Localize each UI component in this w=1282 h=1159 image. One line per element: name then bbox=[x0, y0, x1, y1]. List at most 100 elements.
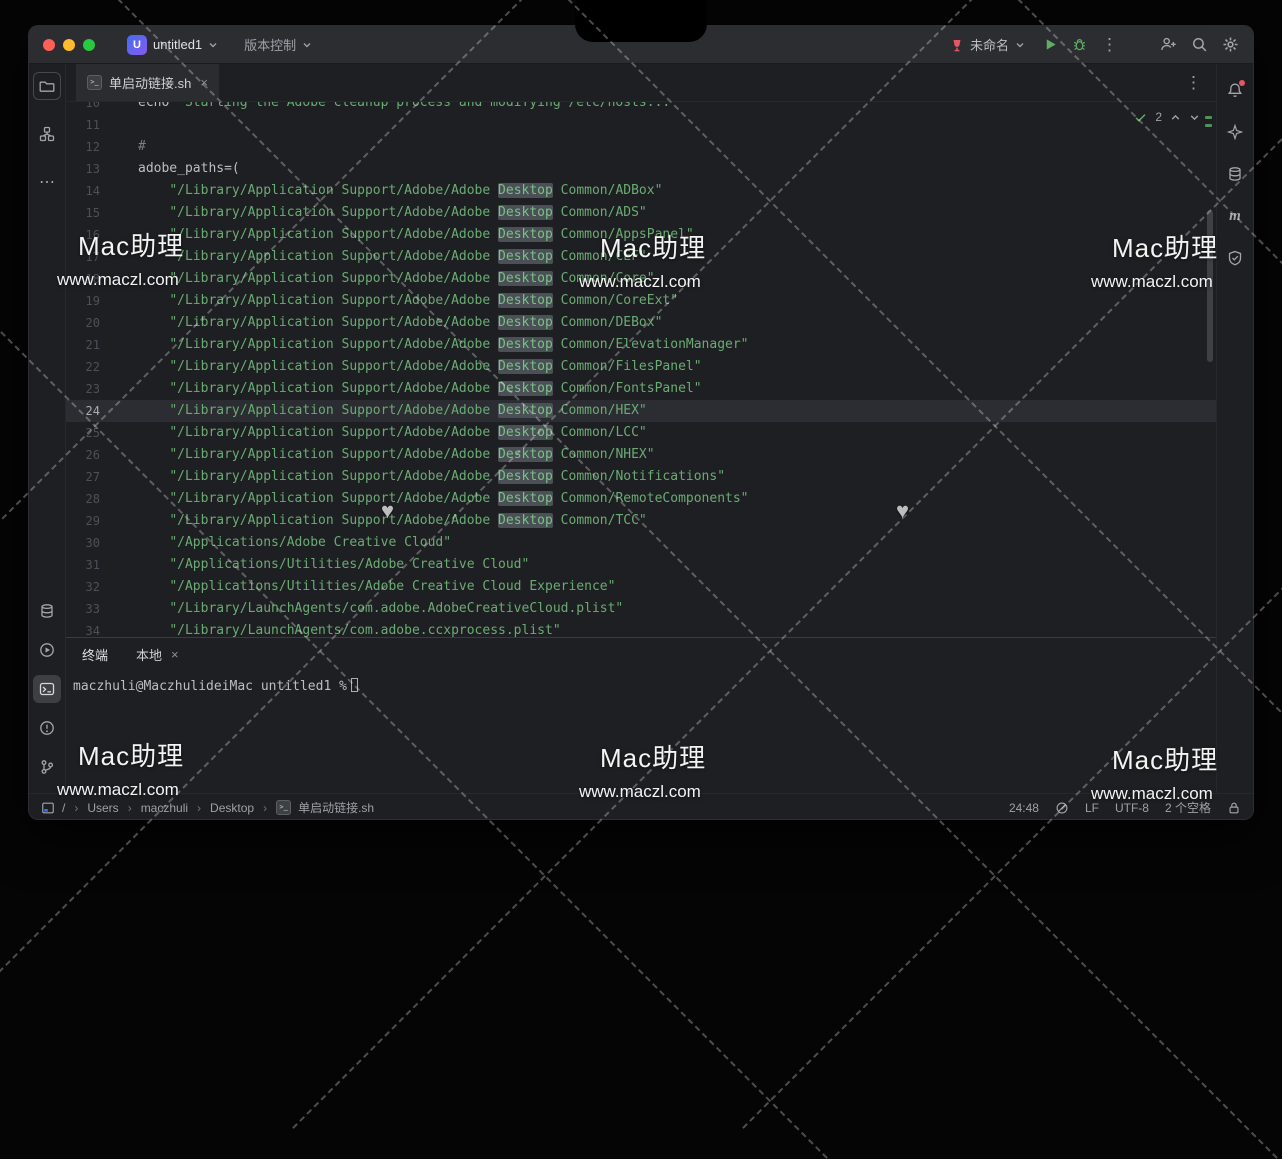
code-line[interactable]: 25 "/Library/Application Support/Adobe/A… bbox=[66, 422, 1216, 444]
run-tool-window-icon[interactable] bbox=[33, 636, 61, 664]
error-stripe-mark[interactable] bbox=[1205, 116, 1212, 119]
git-branch-icon[interactable] bbox=[33, 753, 61, 781]
zoom-window-button[interactable] bbox=[83, 39, 95, 51]
file-encoding[interactable]: UTF-8 bbox=[1115, 801, 1149, 815]
code-line[interactable]: 30 "/Applications/Adobe Creative Cloud" bbox=[66, 532, 1216, 554]
terminal-output[interactable]: maczhuli@MaczhulideiMac untitled1 % bbox=[66, 670, 1216, 704]
editor-column: >_ 单启动链接.sh × ⋮ 10echo "Starting the Ado… bbox=[66, 64, 1216, 793]
line-number: 16 bbox=[66, 224, 100, 246]
code-line[interactable]: 14 "/Library/Application Support/Adobe/A… bbox=[66, 180, 1216, 202]
breadcrumb-users[interactable]: Users bbox=[87, 801, 118, 815]
breadcrumb-desktop[interactable]: Desktop bbox=[210, 801, 254, 815]
code-line[interactable]: 31 "/Applications/Utilities/Adobe Creati… bbox=[66, 554, 1216, 576]
code-text: "/Library/Application Support/Adobe/Adob… bbox=[138, 510, 647, 532]
close-window-button[interactable] bbox=[43, 39, 55, 51]
file-tab[interactable]: >_ 单启动链接.sh × bbox=[76, 64, 219, 101]
code-line[interactable]: 26 "/Library/Application Support/Adobe/A… bbox=[66, 444, 1216, 466]
code-line[interactable]: 11 bbox=[66, 114, 1216, 136]
project-widget[interactable]: U untitled1 bbox=[123, 35, 222, 55]
project-folder-button[interactable] bbox=[33, 72, 61, 100]
next-occurrence-icon[interactable] bbox=[1189, 112, 1200, 123]
code-text: "/Library/Application Support/Adobe/Adob… bbox=[138, 378, 702, 400]
code-text: "/Library/Application Support/Adobe/Adob… bbox=[138, 422, 647, 444]
terminal-cursor bbox=[351, 678, 358, 692]
code-line[interactable]: 16 "/Library/Application Support/Adobe/A… bbox=[66, 224, 1216, 246]
line-number: 11 bbox=[66, 114, 100, 136]
right-toolbar: m bbox=[1216, 64, 1253, 793]
code-text: "/Library/Application Support/Adobe/Adob… bbox=[138, 444, 655, 466]
code-with-me-icon[interactable] bbox=[1160, 36, 1177, 53]
code-line[interactable]: 32 "/Applications/Utilities/Adobe Creati… bbox=[66, 576, 1216, 598]
inspections-widget[interactable]: 2 bbox=[1134, 110, 1200, 124]
chevron-right-icon bbox=[261, 801, 269, 815]
close-tab-icon[interactable]: × bbox=[200, 75, 208, 90]
problems-icon[interactable] bbox=[33, 714, 61, 742]
terminal-tab-local[interactable]: 本地 × bbox=[136, 645, 179, 664]
close-terminal-tab-icon[interactable]: × bbox=[171, 647, 179, 662]
line-number: 23 bbox=[66, 378, 100, 400]
code-text: echo "Starting the Adobe cleanup process… bbox=[138, 102, 678, 114]
breadcrumb-root[interactable]: / bbox=[62, 801, 65, 815]
code-line[interactable]: 33 "/Library/LaunchAgents/com.adobe.Adob… bbox=[66, 598, 1216, 620]
structure-icon[interactable] bbox=[33, 120, 61, 148]
code-text: "/Library/Application Support/Adobe/Adob… bbox=[138, 268, 655, 290]
dependencies-shield-icon[interactable] bbox=[1221, 244, 1249, 272]
code-line[interactable]: 28 "/Library/Application Support/Adobe/A… bbox=[66, 488, 1216, 510]
code-line[interactable]: 24 "/Library/Application Support/Adobe/A… bbox=[66, 400, 1216, 422]
error-stripe-mark[interactable] bbox=[1205, 124, 1212, 127]
code-line[interactable]: 18 "/Library/Application Support/Adobe/A… bbox=[66, 268, 1216, 290]
indent-setting[interactable]: 2 个空格 bbox=[1165, 799, 1211, 816]
highlighting-level-icon[interactable] bbox=[1055, 801, 1069, 815]
breadcrumb-maczhuli[interactable]: maczhuli bbox=[141, 801, 188, 815]
lock-icon[interactable] bbox=[1227, 801, 1241, 815]
vcs-widget[interactable]: 版本控制 bbox=[230, 35, 316, 54]
code-line[interactable]: 17 "/Library/Application Support/Adobe/A… bbox=[66, 246, 1216, 268]
minimize-window-button[interactable] bbox=[63, 39, 75, 51]
code-line[interactable]: 27 "/Library/Application Support/Adobe/A… bbox=[66, 466, 1216, 488]
search-icon[interactable] bbox=[1191, 36, 1208, 53]
editor-scrollbar[interactable] bbox=[1207, 210, 1213, 362]
terminal-panel-title[interactable]: 终端 bbox=[82, 645, 108, 664]
code-text: "/Library/Application Support/Adobe/Adob… bbox=[138, 334, 749, 356]
run-configuration-widget[interactable]: 未命名 bbox=[946, 35, 1029, 54]
previous-occurrence-icon[interactable] bbox=[1170, 112, 1181, 123]
ide-window: U untitled1 版本控制 未命名 bbox=[28, 25, 1254, 820]
line-number: 14 bbox=[66, 180, 100, 202]
line-separator[interactable]: LF bbox=[1085, 801, 1099, 815]
code-line[interactable]: 12# bbox=[66, 136, 1216, 158]
terminal-button[interactable] bbox=[33, 675, 61, 703]
code-line[interactable]: 23 "/Library/Application Support/Adobe/A… bbox=[66, 378, 1216, 400]
run-button[interactable] bbox=[1043, 37, 1058, 52]
main-area: ⋯ bbox=[29, 64, 1253, 793]
code-line[interactable]: 20 "/Library/Application Support/Adobe/A… bbox=[66, 312, 1216, 334]
more-tool-windows-icon[interactable]: ⋯ bbox=[33, 168, 61, 196]
code-line[interactable]: 15 "/Library/Application Support/Adobe/A… bbox=[66, 202, 1216, 224]
caret-position[interactable]: 24:48 bbox=[1009, 801, 1039, 815]
code-line[interactable]: 29 "/Library/Application Support/Adobe/A… bbox=[66, 510, 1216, 532]
settings-gear-icon[interactable] bbox=[1222, 36, 1239, 53]
file-tab-label: 单启动链接.sh bbox=[109, 73, 191, 92]
terminal-header: 终端 本地 × bbox=[66, 638, 1216, 670]
notifications-bell-icon[interactable] bbox=[1221, 76, 1249, 104]
debug-bug-icon[interactable] bbox=[1072, 37, 1087, 52]
run-config-icon bbox=[950, 38, 964, 52]
breadcrumb-file[interactable]: 单启动链接.sh bbox=[298, 799, 374, 816]
maven-letter: m bbox=[1229, 209, 1241, 224]
code-line[interactable]: 34 "/Library/LaunchAgents/com.adobe.ccxp… bbox=[66, 620, 1216, 637]
ai-assistant-icon[interactable] bbox=[1221, 118, 1249, 146]
code-line[interactable]: 22 "/Library/Application Support/Adobe/A… bbox=[66, 356, 1216, 378]
code-line[interactable]: 19 "/Library/Application Support/Adobe/A… bbox=[66, 290, 1216, 312]
code-line[interactable]: 10echo "Starting the Adobe cleanup proce… bbox=[66, 102, 1216, 114]
vcs-label: 版本控制 bbox=[244, 35, 296, 54]
database-icon[interactable] bbox=[1221, 160, 1249, 188]
code-editor[interactable]: 10echo "Starting the Adobe cleanup proce… bbox=[66, 102, 1216, 637]
tool-window-layout-icon[interactable] bbox=[41, 801, 55, 815]
database-icon[interactable] bbox=[33, 597, 61, 625]
code-line[interactable]: 13adobe_paths=( bbox=[66, 158, 1216, 180]
line-number: 25 bbox=[66, 422, 100, 444]
tab-options-kebab-icon[interactable]: ⋮ bbox=[1185, 74, 1210, 91]
code-text: "/Library/Application Support/Adobe/Adob… bbox=[138, 488, 749, 510]
maven-icon[interactable]: m bbox=[1221, 202, 1249, 230]
more-actions-kebab-icon[interactable]: ⋮ bbox=[1101, 36, 1118, 53]
code-line[interactable]: 21 "/Library/Application Support/Adobe/A… bbox=[66, 334, 1216, 356]
